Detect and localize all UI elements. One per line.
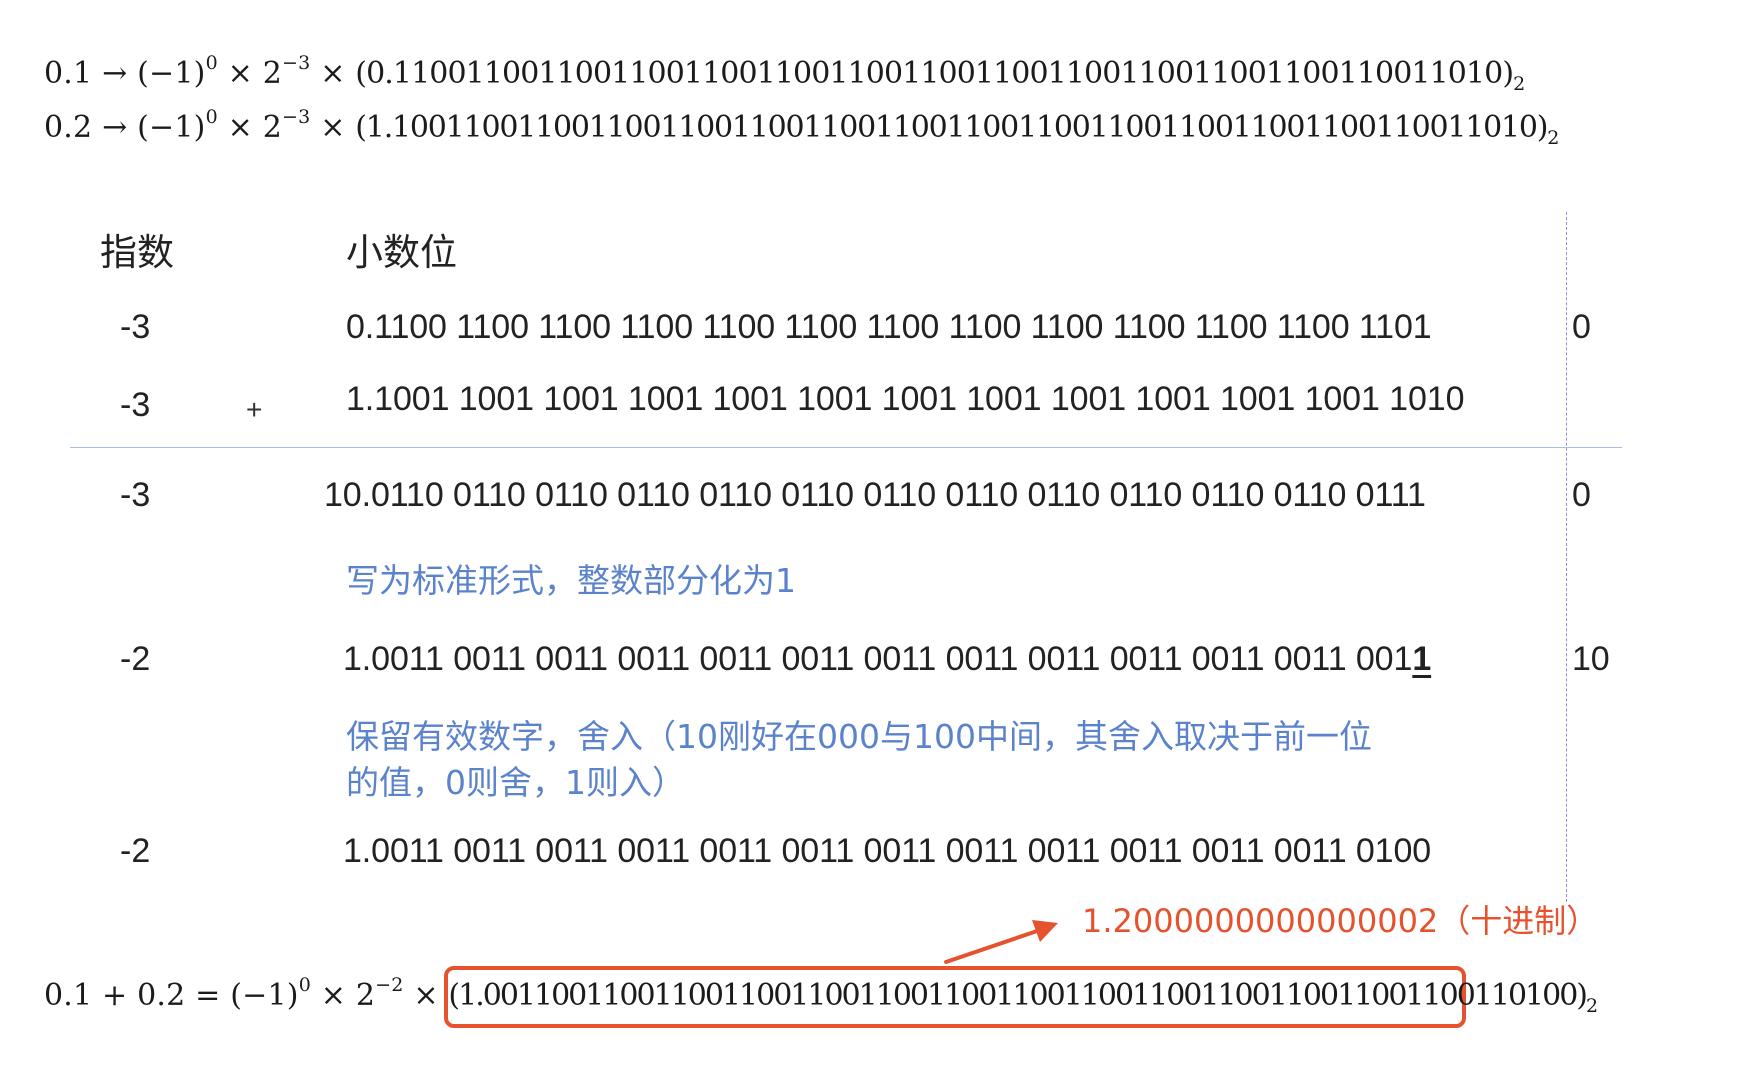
formula-sum: 0.1 + 0.2 = (−1)0 × 2−2 × (1.00110011001…	[44, 976, 1598, 1016]
sign-term: (−1)	[137, 110, 206, 145]
times-symbol: ×	[320, 110, 346, 145]
row-exponent: -2	[120, 640, 151, 678]
row-bits-tail: 10	[1572, 640, 1610, 678]
row-exponent: -3	[120, 308, 151, 346]
formula-lhs: 0.2	[44, 110, 93, 145]
sign-exponent: 0	[205, 52, 218, 74]
times-symbol: ×	[320, 56, 346, 91]
times-symbol: ×	[227, 110, 253, 145]
formula-0-1: 0.1 → (−1)0 × 2−3 × (0.11001100110011001…	[44, 54, 1525, 94]
binary-mantissa: (0.1100110011001100110011001100110011001…	[355, 56, 1514, 91]
note-rounding-line-2: 的值，0则舍，1则入）	[346, 763, 685, 802]
base-two: 2	[262, 56, 283, 91]
arrow-symbol: →	[102, 110, 128, 145]
base-two: 2	[355, 978, 376, 1013]
arrow-icon	[944, 920, 1058, 964]
alignment-guide-line	[1566, 212, 1567, 902]
rounding-bit: 1	[1412, 640, 1432, 678]
row-bits-tail: 0	[1572, 476, 1591, 514]
note-rounding: 保留有效数字，舍入（10刚好在000与100中间，其舍入取决于前一位 的值，0则…	[346, 714, 1372, 806]
arrow-symbol: →	[102, 56, 128, 91]
formula-lhs: 0.1 + 0.2 =	[44, 978, 221, 1013]
binary-mantissa: (1.0011001100110011001100110011001100110…	[448, 978, 1588, 1013]
header-fraction-bits: 小数位	[346, 231, 457, 274]
decimal-value-label: 1.2000000000000002（十进制）	[1082, 902, 1599, 940]
row-bits: 10.0110 0110 0110 0110 0110 0110 0110 01…	[324, 476, 1426, 514]
header-exponent: 指数	[100, 231, 174, 274]
sign-exponent: 0	[298, 974, 311, 996]
note-rounding-line-1: 保留有效数字，舍入（10刚好在000与100中间，其舍入取决于前一位	[346, 717, 1372, 756]
row-bits: 1.1001 1001 1001 1001 1001 1001 1001 100…	[346, 380, 1465, 418]
note-normalize: 写为标准形式，整数部分化为1	[346, 561, 796, 600]
times-symbol: ×	[413, 978, 439, 1013]
radix-subscript: 2	[1513, 73, 1526, 95]
radix-subscript: 2	[1586, 995, 1599, 1017]
row-exponent: -3	[120, 386, 151, 424]
row-bits: 1.0011 0011 0011 0011 0011 0011 0011 001…	[343, 640, 1431, 679]
radix-subscript: 2	[1547, 127, 1560, 149]
sign-exponent: 0	[205, 106, 218, 128]
row-bits: 0.1100 1100 1100 1100 1100 1100 1100 110…	[346, 308, 1432, 346]
row-bits-main: 1.0011 0011 0011 0011 0011 0011 0011 001…	[343, 640, 1413, 678]
sign-term: (−1)	[137, 56, 206, 91]
sign-term: (−1)	[230, 978, 299, 1013]
row-bits: 1.0011 0011 0011 0011 0011 0011 0011 001…	[343, 832, 1432, 870]
times-symbol: ×	[320, 978, 347, 1013]
sum-divider-line	[70, 447, 1622, 448]
formula-lhs: 0.1	[44, 56, 93, 91]
row-exponent: -2	[120, 832, 151, 870]
base-two: 2	[262, 110, 283, 145]
base-exponent: −2	[375, 974, 404, 996]
plus-operator: +	[246, 394, 263, 425]
base-exponent: −3	[282, 106, 311, 128]
binary-mantissa: (1.1001100110011001100110011001100110011…	[355, 110, 1548, 145]
base-exponent: −3	[282, 52, 311, 74]
times-symbol: ×	[227, 56, 253, 91]
row-bits-tail: 0	[1572, 308, 1591, 346]
row-exponent: -3	[120, 476, 151, 514]
formula-0-2: 0.2 → (−1)0 × 2−3 × (1.10011001100110011…	[44, 108, 1560, 148]
